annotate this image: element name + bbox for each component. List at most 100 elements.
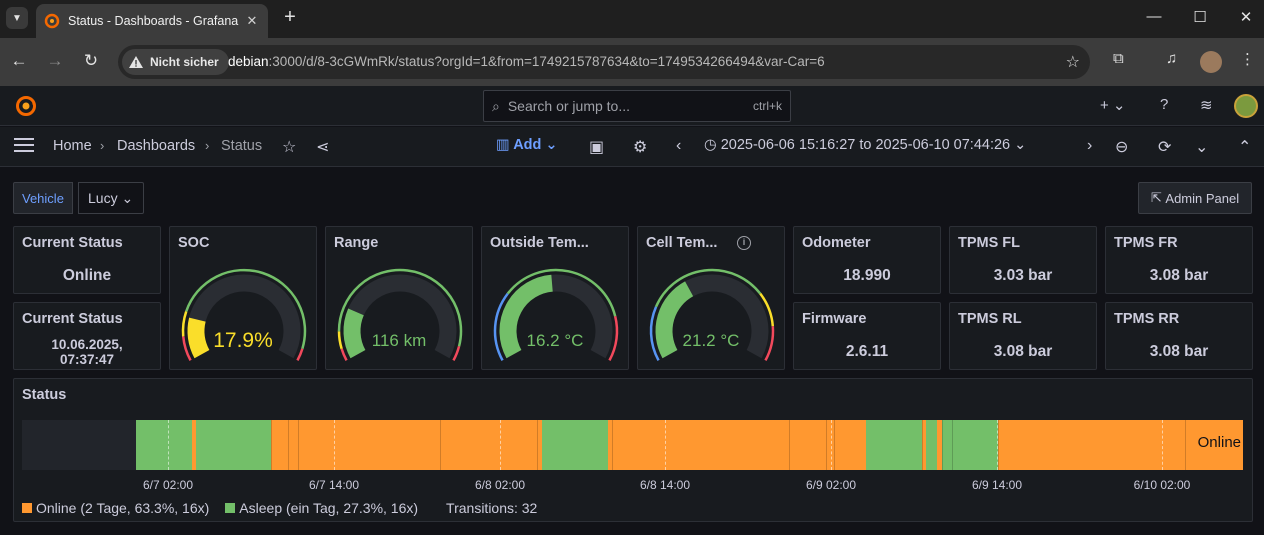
status-timeline-panel: Status Online 6/7 02:00 6/7 14:00 6/8 02:0… [13, 378, 1253, 522]
tpms-rr-panel: TPMS RR 3.08 bar [1105, 302, 1253, 370]
refresh-interval-chevron-icon[interactable]: ⌄ [1195, 137, 1208, 157]
grafana-favicon-icon [44, 13, 60, 29]
user-avatar[interactable] [1234, 94, 1258, 118]
vehicle-variable-label: Vehicle [13, 182, 73, 214]
panel-title: TPMS FR [1114, 235, 1178, 251]
timeline-grid-line [665, 420, 666, 470]
tab-search-button[interactable]: ▼ [6, 7, 28, 29]
current-status-time-panel: Current Status 10.06.2025, 07:37:47 [13, 302, 161, 370]
url-text[interactable]: debian:3000/d/8-3cGWmRk/status?orgId=1&f… [228, 54, 825, 69]
cell-temp-panel: Cell Tem... i 21.2 °C [637, 226, 785, 370]
share-icon[interactable]: ⋖ [316, 137, 329, 157]
timeline-segment-asleep[interactable] [926, 420, 937, 470]
outside-temp-panel: Outside Tem... 16.2 °C [481, 226, 629, 370]
extensions-icon[interactable]: ⧉ [1113, 50, 1124, 67]
timeline-grid-line [831, 420, 832, 470]
timeline-legend: Online (2 Tage, 63.3%, 16x) Asleep (ein … [22, 500, 537, 516]
stat-value: 18.990 [843, 267, 891, 284]
timeline-state-divider [834, 420, 835, 470]
add-button[interactable]: ▥ Add ⌄ [496, 137, 558, 153]
tab-close-icon[interactable]: ✕ [244, 13, 260, 29]
timeline-segment-asleep[interactable] [952, 420, 998, 470]
browser-address-bar: ← → ↻ Nicht sicher debian:3000/d/8-3cGWm… [0, 38, 1264, 86]
search-bar[interactable]: ⌕ Search or jump to... ctrl+k [483, 90, 791, 122]
legend-label: Asleep (ein Tag, 27.3%, 16x) [239, 500, 419, 516]
grafana-top-bar: ⌕ Search or jump to... ctrl+k + ⌄ ? ≋ [0, 86, 1264, 126]
breadcrumb-dashboards[interactable]: Dashboards [117, 138, 195, 154]
admin-panel-button[interactable]: ⇱ Admin Panel [1138, 182, 1252, 214]
timeline-state-divider [826, 420, 827, 470]
maximize-icon[interactable]: ☐ [1190, 8, 1210, 26]
bookmark-star-icon[interactable]: ☆ [1066, 52, 1080, 72]
save-icon[interactable]: ▣ [589, 137, 604, 157]
browser-tab[interactable]: Status - Dashboards - Grafana ✕ [36, 4, 268, 38]
breadcrumb-separator-icon: › [100, 138, 105, 153]
menu-icon[interactable] [14, 138, 34, 154]
timeline-segment-asleep[interactable] [196, 420, 271, 470]
panel-title: TPMS RR [1114, 311, 1180, 327]
stat-value: 2.6.11 [845, 343, 889, 360]
timeline-segment-online[interactable] [271, 420, 542, 470]
legend-label: Online (2 Tage, 63.3%, 16x) [36, 500, 210, 516]
minimize-icon[interactable]: — [1144, 8, 1164, 25]
search-placeholder: Search or jump to... [507, 98, 631, 114]
timeline-state-divider [952, 420, 953, 470]
stat-value: Online [62, 267, 112, 284]
refresh-icon[interactable]: ⟳ [1158, 137, 1171, 157]
grafana-logo-icon[interactable] [14, 94, 38, 118]
forward-icon[interactable]: → [44, 51, 66, 71]
timeline-segment-asleep[interactable] [942, 420, 952, 470]
panel-title: Odometer [802, 235, 871, 251]
time-back-icon[interactable]: ‹ [676, 137, 681, 155]
tab-title: Status - Dashboards - Grafana [68, 14, 239, 28]
legend-item-asleep[interactable]: Asleep (ein Tag, 27.3%, 16x) [225, 500, 418, 516]
timeline-end-label: Online [1197, 434, 1241, 451]
help-icon[interactable]: ? [1160, 96, 1168, 113]
profile-avatar[interactable] [1200, 51, 1222, 73]
breadcrumb-home[interactable]: Home [53, 138, 92, 154]
zoom-out-icon[interactable]: ⊖ [1115, 137, 1128, 157]
collapse-chevron-icon[interactable]: ⌃ [1238, 137, 1251, 157]
timeline-segment-asleep[interactable] [537, 420, 608, 470]
omnibox[interactable]: Nicht sicher debian:3000/d/8-3cGWmRk/sta… [118, 45, 1090, 79]
new-tab-button[interactable]: + [280, 7, 300, 28]
panel-title: Firmware [802, 311, 867, 327]
stat-value: 3.08 bar [993, 343, 1053, 360]
cell-temp-value: 21.2 °C [682, 331, 740, 350]
timeline-segment-asleep[interactable] [866, 420, 922, 470]
window-close-icon[interactable]: ✕ [1236, 8, 1256, 26]
news-rss-icon[interactable]: ≋ [1200, 96, 1213, 114]
vehicle-variable-select[interactable]: Lucy ⌄ [78, 182, 144, 214]
timeline-tick-label: 6/10 02:00 [1133, 478, 1191, 492]
timeline-segment-asleep[interactable] [136, 420, 192, 470]
legend-swatch [22, 503, 32, 513]
time-forward-icon[interactable]: › [1087, 137, 1092, 155]
url-host: debian [228, 54, 269, 69]
timeline-grid-line [334, 420, 335, 470]
warning-icon [129, 56, 143, 68]
time-range-text: 2025-06-06 15:16:27 to 2025-06-10 07:44:… [720, 137, 1011, 153]
status-timeline[interactable]: Online [22, 420, 1243, 470]
timeline-state-divider [440, 420, 441, 470]
timeline-state-divider [998, 420, 999, 470]
breadcrumb-status: Status [221, 138, 263, 154]
not-secure-badge[interactable]: Nicht sicher [122, 49, 229, 75]
legend-item-online[interactable]: Online (2 Tage, 63.3%, 16x) [22, 500, 209, 516]
settings-gear-icon[interactable]: ⚙ [633, 137, 647, 157]
stat-value: 3.03 bar [993, 267, 1053, 284]
tpms-fr-panel: TPMS FR 3.08 bar [1105, 226, 1253, 294]
timeline-state-divider [612, 420, 613, 470]
new-plus-icon[interactable]: + ⌄ [1100, 96, 1126, 114]
back-icon[interactable]: ← [8, 51, 30, 71]
media-control-icon[interactable]: ♫ [1166, 50, 1177, 67]
favorite-star-icon[interactable]: ☆ [282, 137, 296, 157]
timeline-segment-online[interactable] [192, 420, 196, 470]
tpms-fl-panel: TPMS FL 3.03 bar [949, 226, 1097, 294]
timeline-state-divider [789, 420, 790, 470]
reload-icon[interactable]: ↻ [80, 51, 102, 71]
browser-menu-icon[interactable]: ⋮ [1240, 50, 1255, 68]
timeline-segment-online[interactable] [998, 420, 1006, 470]
timeline-tick-label: 6/7 02:00 [142, 478, 194, 492]
timeline-segment-online[interactable] [612, 420, 866, 470]
time-range-picker[interactable]: ◷ 2025-06-06 15:16:27 to 2025-06-10 07:4… [704, 137, 1026, 153]
